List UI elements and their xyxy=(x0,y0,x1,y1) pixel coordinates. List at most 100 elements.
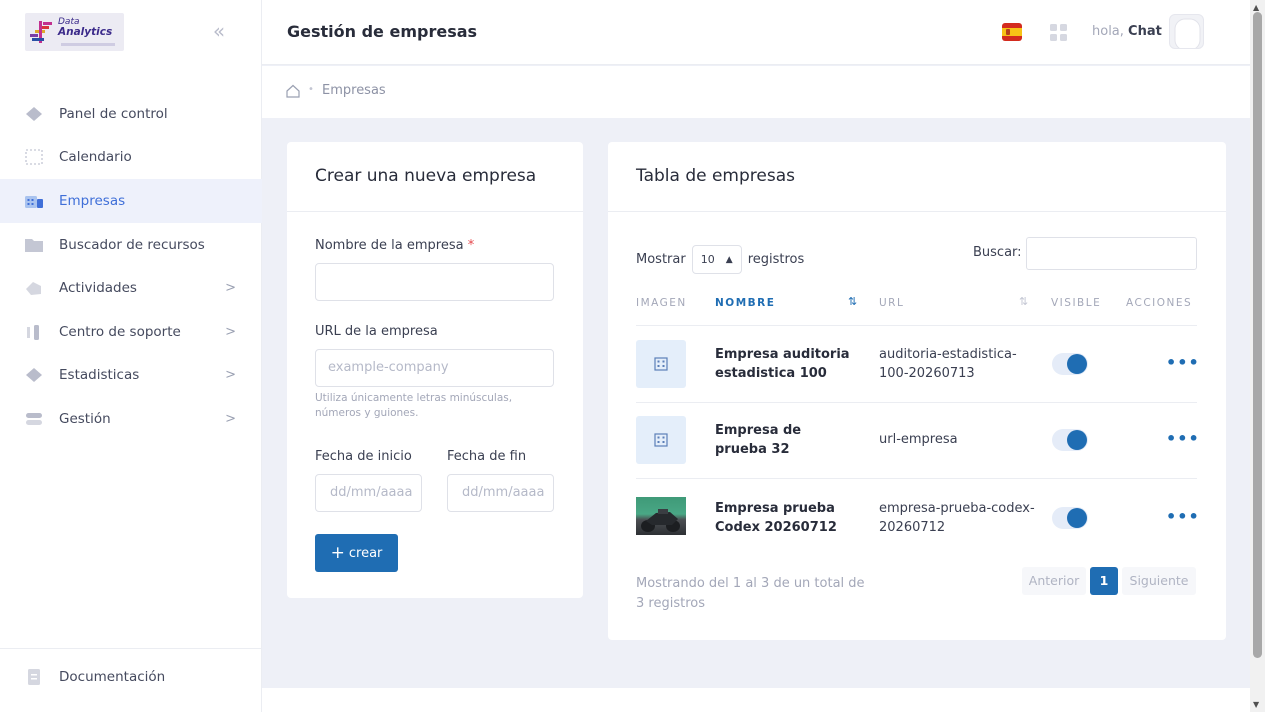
sidebar-item-label: Estadisticas xyxy=(59,367,140,384)
sidebar-item-label: Actividades xyxy=(59,280,137,297)
company-url-input[interactable]: example-company xyxy=(315,349,554,387)
sort-updown-icon: ▲ xyxy=(725,254,733,265)
scroll-up-icon[interactable]: ▲ xyxy=(1253,3,1259,12)
pagination-previous[interactable]: Anterior xyxy=(1022,567,1086,595)
toggle-icon xyxy=(26,412,42,425)
end-date-label: Fecha de fin xyxy=(447,449,527,464)
footer xyxy=(262,688,1250,712)
sidebar-item-panel-de-control[interactable]: Panel de control xyxy=(0,92,262,136)
company-url: auditoria-estadistica-100-20260713 xyxy=(879,347,1017,381)
end-date-input[interactable]: dd/mm/aaaa xyxy=(447,474,554,512)
page-length-select[interactable]: 10 ▲ xyxy=(691,245,742,274)
logo-mark-icon xyxy=(30,21,52,43)
company-name-input[interactable] xyxy=(315,263,554,301)
avatar[interactable] xyxy=(1169,14,1204,49)
user-name: Chat xyxy=(1128,24,1162,39)
user-silhouette-icon xyxy=(1174,18,1201,48)
sidebar-footer: Documentación xyxy=(0,648,262,712)
start-date-input[interactable]: dd/mm/aaaa xyxy=(315,474,422,512)
sidebar-item-label: Buscador de recursos xyxy=(59,236,205,253)
company-name: Empresa auditoria estadistica 100 xyxy=(715,347,850,381)
companies-table-card: Tabla de empresas Mostrar 10 ▲ registros… xyxy=(608,142,1226,640)
company-name: Empresa de prueba 32 xyxy=(715,423,802,457)
sidebar-item-gestion[interactable]: Gestión > xyxy=(0,397,262,441)
card-title: Crear una nueva empresa xyxy=(315,166,537,186)
sidebar-item-empresas[interactable]: Empresas xyxy=(0,179,262,223)
breadcrumb-separator: • xyxy=(308,84,314,95)
home-icon[interactable] xyxy=(286,84,300,98)
sidebar-item-label: Calendario xyxy=(59,149,132,166)
company-name: Empresa prueba Codex 20260712 xyxy=(715,501,837,535)
table-info: Mostrando del 1 al 3 de un total de 3 re… xyxy=(636,576,865,611)
sidebar-item-label: Empresas xyxy=(59,192,126,209)
company-url-label: URL de la empresa xyxy=(315,324,438,339)
sidebar-item-buscador-de-recursos[interactable]: Buscador de recursos xyxy=(0,223,262,267)
diamond-icon xyxy=(26,106,42,121)
sidebar-item-documentacion[interactable]: Documentación xyxy=(0,649,262,705)
company-image xyxy=(636,416,686,464)
chevron-right-icon: > xyxy=(225,280,236,296)
visible-toggle[interactable] xyxy=(1052,507,1088,529)
table-row: Empresa de prueba 32 url-empresa ••• xyxy=(636,402,1200,478)
building-placeholder-icon xyxy=(654,433,668,447)
chevron-right-icon: > xyxy=(225,324,236,340)
company-image xyxy=(636,340,686,388)
folder-icon xyxy=(25,238,43,252)
search-input[interactable] xyxy=(1026,237,1197,270)
card-title: Tabla de empresas xyxy=(636,166,795,186)
scroll-thumb[interactable] xyxy=(1253,12,1262,658)
sidebar-item-label: Panel de control xyxy=(59,105,168,122)
divider xyxy=(287,211,583,212)
more-actions-icon[interactable]: ••• xyxy=(1166,429,1200,448)
breadcrumb: • Empresas xyxy=(262,66,1250,118)
sidebar: Data Analytics « Panel de control Calend… xyxy=(0,0,262,712)
create-button[interactable]: + crear xyxy=(315,534,398,572)
url-hint: Utiliza únicamente letras minúsculas, nú… xyxy=(315,392,513,419)
page-scrollbar[interactable]: ▲ ▼ xyxy=(1250,0,1265,712)
more-actions-icon[interactable]: ••• xyxy=(1166,353,1200,372)
visible-toggle[interactable] xyxy=(1052,429,1088,451)
sidebar-item-calendario[interactable]: Calendario xyxy=(0,136,262,180)
company-name-label: Nombre de la empresa * xyxy=(315,238,475,253)
sort-icon[interactable]: ⇅ xyxy=(1019,295,1028,308)
pagination-page-1[interactable]: 1 xyxy=(1090,567,1118,595)
column-header-nombre[interactable]: Nombre xyxy=(715,297,775,309)
page-title: Gestión de empresas xyxy=(287,22,478,41)
column-header-url[interactable]: URL xyxy=(879,297,904,309)
scroll-down-icon[interactable]: ▼ xyxy=(1253,700,1259,709)
user-greeting[interactable]: hola, Chat xyxy=(1092,24,1162,39)
spanish-flag-icon[interactable] xyxy=(1002,23,1022,41)
column-header-acciones: Acciones xyxy=(1126,297,1193,309)
apps-grid-icon[interactable] xyxy=(1050,24,1067,41)
page-length-control: Mostrar 10 ▲ registros xyxy=(636,245,804,274)
sidebar-item-centro-de-soporte[interactable]: Centro de soporte > xyxy=(0,310,262,354)
table-row: Empresa auditoria estadistica 100 audito… xyxy=(636,326,1200,402)
brand-tagline-bar xyxy=(61,43,115,46)
activity-icon xyxy=(26,282,41,296)
sort-icon[interactable]: ⇅ xyxy=(848,295,857,308)
sidebar-item-label: Centro de soporte xyxy=(59,323,181,340)
pagination-next[interactable]: Siguiente xyxy=(1122,567,1196,595)
more-actions-icon[interactable]: ••• xyxy=(1166,507,1200,526)
create-company-card: Crear una nueva empresa Nombre de la emp… xyxy=(287,142,583,598)
sidebar-item-estadisticas[interactable]: Estadisticas > xyxy=(0,354,262,398)
brand-name: Data Analytics xyxy=(58,17,113,38)
visible-toggle[interactable] xyxy=(1052,353,1088,375)
divider xyxy=(608,211,1226,212)
company-photo xyxy=(636,497,686,535)
collapse-sidebar-icon[interactable]: « xyxy=(207,20,231,44)
table-row: Empresa prueba Codex 20260712 empresa-pr… xyxy=(636,478,1200,554)
brand-logo[interactable]: Data Analytics xyxy=(25,13,124,51)
motorcycle-photo-icon xyxy=(641,509,680,532)
plus-icon: + xyxy=(330,543,345,563)
support-icon xyxy=(27,324,39,340)
building-placeholder-icon xyxy=(654,357,668,371)
sidebar-item-actividades[interactable]: Actividades > xyxy=(0,266,262,310)
document-icon xyxy=(28,669,40,685)
search-label: Buscar: xyxy=(973,245,1022,260)
sidebar-nav: Panel de control Calendario Empresas Bus… xyxy=(0,92,262,441)
column-header-visible: Visible xyxy=(1051,297,1102,309)
calendar-icon xyxy=(25,149,43,166)
column-header-imagen: Imagen xyxy=(636,297,687,309)
sidebar-item-label: Gestión xyxy=(59,410,111,427)
